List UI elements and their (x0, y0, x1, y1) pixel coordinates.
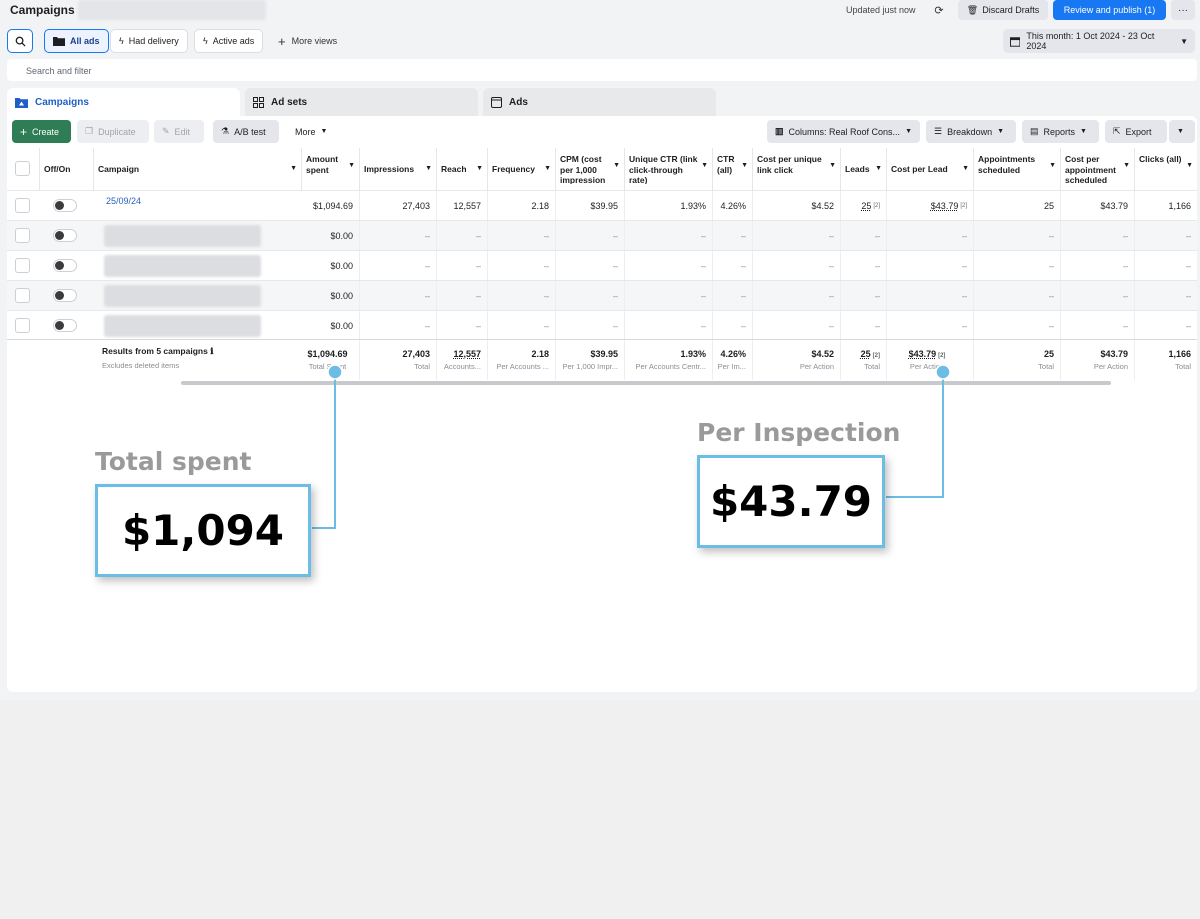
total-spent-connector-line (312, 372, 336, 529)
per-inspection-callout-label: Per Inspection (697, 418, 901, 447)
total-spent-callout-box: $1,094 (95, 484, 311, 577)
total-spent-callout-label: Total spent (95, 447, 252, 476)
per-inspection-anchor-dot (935, 364, 951, 380)
total-spent-anchor-dot (327, 364, 343, 380)
per-inspection-callout-box: $43.79 (697, 455, 885, 548)
